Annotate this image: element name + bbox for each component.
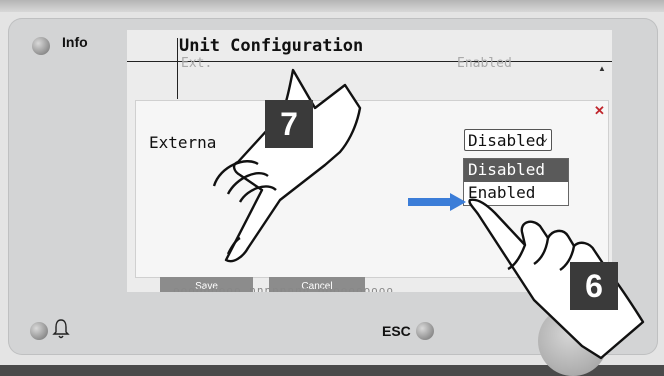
device-frame: Info ESC Unit Configuration Ext. Enabled… — [0, 0, 664, 376]
annotation-overlay — [212, 68, 645, 360]
pointing-hand-icon — [212, 68, 362, 263]
step-badge-7: 7 — [265, 100, 313, 148]
arrow-right-icon — [408, 193, 466, 211]
step-badge-6: 6 — [570, 262, 618, 310]
